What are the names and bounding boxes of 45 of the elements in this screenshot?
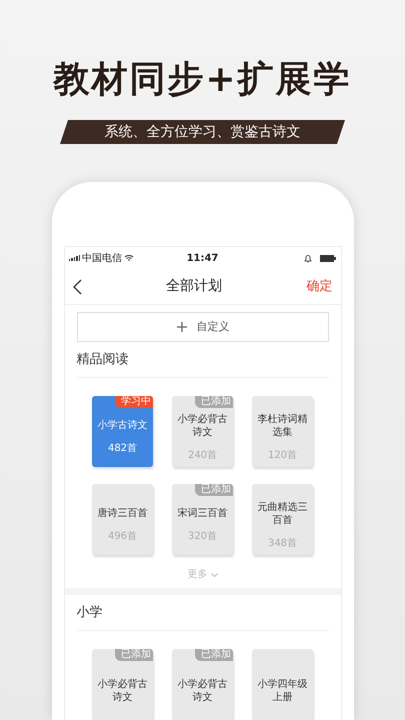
tagline: 系统、全方位学习、赏鉴古诗文: [104, 122, 300, 142]
signal-icon: [68, 255, 80, 261]
chevron-down-icon: [210, 572, 218, 576]
alarm-icon: [304, 254, 312, 262]
corner-ribbon: 已添加: [195, 649, 233, 661]
card-count: 482首: [108, 442, 138, 456]
card-title: 小学必背古诗文: [96, 678, 148, 704]
corner-ribbon: 学习中: [115, 396, 153, 408]
card-title: 宋词三百首: [178, 507, 228, 520]
carrier-name: 中国电信: [82, 252, 122, 266]
card-title: 小学古诗文: [98, 419, 148, 432]
card-title: 小学必背古诗文: [176, 412, 228, 438]
card-title: 唐诗三百首: [98, 507, 148, 520]
plan-card[interactable]: 学习中 小学古诗文 482首: [92, 396, 153, 467]
headline: 教材同步+扩展学: [53, 62, 352, 98]
card-count: 348首: [268, 536, 298, 550]
plan-card[interactable]: 李杜诗词精选集 120首: [252, 396, 313, 467]
plan-card[interactable]: 元曲精选三百首 348首: [252, 484, 313, 555]
back-icon[interactable]: [72, 278, 82, 294]
corner-ribbon: 已添加: [115, 649, 153, 661]
battery-icon: [320, 254, 336, 262]
card-count: 120首: [268, 448, 298, 462]
plus-icon: +: [175, 319, 189, 335]
wifi-icon: [124, 254, 134, 262]
card-count: 320首: [188, 530, 218, 544]
confirm-button[interactable]: 确定: [306, 276, 332, 296]
section-title: 小学: [76, 604, 102, 622]
plan-card[interactable]: 唐诗三百首 496首: [92, 484, 153, 555]
corner-ribbon: 已添加: [195, 484, 233, 496]
plan-card[interactable]: 已添加 小学必背古诗文 240首: [172, 396, 233, 467]
card-title: 李杜诗词精选集: [256, 412, 308, 438]
card-title: 元曲精选三百首: [256, 500, 308, 526]
page-title: 全部计划: [165, 277, 223, 296]
card-count: 496首: [108, 530, 138, 544]
plan-card[interactable]: 已添加 小学必背古诗文: [92, 649, 153, 720]
status-time: 11:47: [186, 252, 220, 266]
corner-ribbon: 已添加: [195, 396, 233, 408]
plan-card[interactable]: 已添加 宋词三百首 320首: [172, 484, 233, 555]
card-title: 小学必背古诗文: [176, 678, 228, 704]
card-title: 小学四年级上册: [256, 678, 308, 704]
section-title: 精品阅读: [76, 350, 128, 369]
custom-plan-button[interactable]: + 自定义: [76, 312, 328, 342]
plan-card[interactable]: 已添加 小学必背古诗文: [172, 649, 233, 720]
plan-card[interactable]: 小学四年级上册: [252, 649, 313, 720]
card-count: 240首: [188, 448, 218, 462]
